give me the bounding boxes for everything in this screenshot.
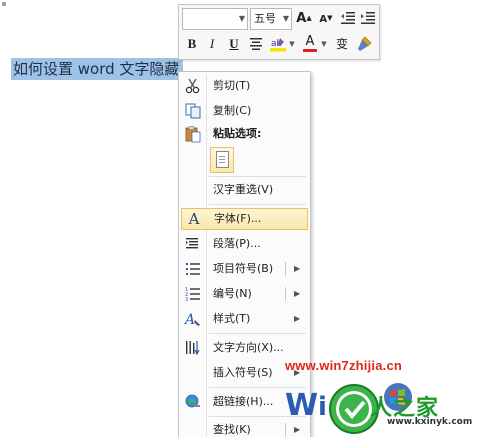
- clipboard-icon: [185, 126, 201, 143]
- menu-separator: [209, 333, 306, 334]
- menu-item-font[interactable]: A 字体(F)...: [181, 208, 308, 230]
- corner-marker: [2, 2, 6, 6]
- menu-item-paragraph[interactable]: 段落(P)...: [181, 233, 308, 255]
- watermark-site: www.kxinyk.com: [387, 417, 473, 427]
- submenu-arrow-icon[interactable]: ▶: [294, 258, 300, 280]
- bold-button[interactable]: B: [182, 34, 202, 54]
- menu-item-reconvert[interactable]: 汉字重选(V): [181, 179, 308, 201]
- scissors-icon: [185, 78, 200, 94]
- menu-item-copy[interactable]: 复制(C): [181, 100, 308, 122]
- font-size-value: 五号: [254, 12, 276, 25]
- menu-item-label: 文字方向(X)...: [213, 341, 284, 354]
- svg-text:A: A: [184, 312, 195, 328]
- phonetic-guide-button[interactable]: 变: [332, 34, 352, 54]
- highlight-dropdown-arrow[interactable]: ▼: [288, 34, 296, 54]
- font-color-dropdown-arrow[interactable]: ▼: [320, 34, 328, 54]
- menu-item-paste-options: 粘贴选项:: [181, 123, 308, 145]
- paste-keep-text-only-button[interactable]: [210, 147, 234, 173]
- menu-item-text-direction[interactable]: 文字方向(X)...: [181, 337, 308, 359]
- split-divider: [285, 262, 286, 276]
- menu-item-label: 超链接(H)...: [213, 395, 274, 408]
- format-painter-icon: [358, 36, 372, 51]
- menu-item-label: 样式(T): [213, 312, 251, 325]
- selected-document-text[interactable]: 如何设置 word 文字隐藏: [11, 58, 184, 80]
- menu-item-label: 汉字重选(V): [213, 183, 274, 196]
- menu-separator: [209, 176, 306, 177]
- mini-toolbar: ▼ 五号 ▼ A▲ A▼ B I U ab ▼ A ▼ 变: [178, 4, 380, 60]
- shrink-font-button[interactable]: A▼: [316, 8, 336, 28]
- submenu-arrow-icon[interactable]: ▶: [294, 283, 300, 305]
- word-document-page: 如何设置 word 文字隐藏 ▼ 五号 ▼ A▲ A▼ B I U ab ▼ A…: [0, 0, 481, 437]
- svg-text:i: i: [318, 392, 327, 422]
- paste-document-icon: [216, 151, 229, 168]
- menu-item-label: 字体(F)...: [214, 212, 262, 225]
- font-color-button[interactable]: A: [300, 34, 320, 54]
- increase-indent-button[interactable]: [358, 8, 378, 28]
- paragraph-icon: [186, 238, 198, 249]
- center-align-icon: [250, 38, 262, 50]
- menu-item-bullets[interactable]: 项目符号(B) ▶: [181, 258, 308, 280]
- menu-separator: [209, 204, 306, 205]
- text-highlight-button[interactable]: ab: [268, 34, 288, 54]
- menu-item-numbering[interactable]: 1 2 3 编号(N) ▶: [181, 283, 308, 305]
- copy-icon: [185, 103, 201, 119]
- menu-item-label: 剪切(T): [213, 79, 251, 92]
- grow-font-button[interactable]: A▲: [294, 8, 314, 28]
- hyperlink-icon: [185, 394, 200, 408]
- menu-item-label: 项目符号(B): [213, 262, 274, 275]
- bullets-icon: [186, 263, 200, 275]
- menu-item-styles[interactable]: A 样式(T) ▶: [181, 308, 308, 330]
- format-painter-button[interactable]: [354, 34, 374, 54]
- menu-item-label: 粘贴选项:: [213, 127, 262, 140]
- increase-indent-icon: [361, 12, 375, 24]
- highlighter-icon: ab: [270, 38, 286, 52]
- phonetic-guide-icon: 变: [335, 37, 348, 51]
- svg-text:W: W: [285, 388, 318, 423]
- decrease-indent-icon: [341, 12, 355, 24]
- text-direction-icon: [186, 341, 200, 356]
- menu-item-label: 插入符号(S): [213, 366, 273, 379]
- menu-item-label: 复制(C): [213, 104, 252, 117]
- watermark-url: www.win7zhijia.cn: [285, 358, 403, 373]
- shrink-font-icon: A: [319, 14, 328, 25]
- underline-button[interactable]: U: [224, 34, 244, 54]
- font-color-icon: A: [305, 34, 315, 49]
- font-name-combo[interactable]: ▼: [182, 8, 248, 30]
- menu-item-label: 段落(P)...: [213, 237, 261, 250]
- menu-item-cut[interactable]: 剪切(T): [181, 75, 308, 97]
- font-size-combo[interactable]: 五号 ▼: [250, 8, 292, 30]
- numbering-icon: 1 2 3: [185, 287, 200, 303]
- italic-button[interactable]: I: [202, 34, 222, 54]
- svg-text:3: 3: [185, 297, 188, 303]
- chevron-down-icon: ▼: [282, 14, 289, 23]
- styles-icon: A: [184, 312, 200, 328]
- decrease-indent-button[interactable]: [338, 8, 358, 28]
- grow-font-icon: A: [296, 11, 307, 26]
- center-align-button[interactable]: [246, 34, 266, 54]
- chevron-down-icon: ▼: [238, 14, 245, 23]
- menu-item-label: 查找(K): [213, 423, 251, 436]
- split-divider: [285, 287, 286, 301]
- submenu-arrow-icon: ▶: [294, 314, 301, 323]
- font-icon: A: [188, 210, 200, 228]
- menu-item-label: 编号(N): [213, 287, 252, 300]
